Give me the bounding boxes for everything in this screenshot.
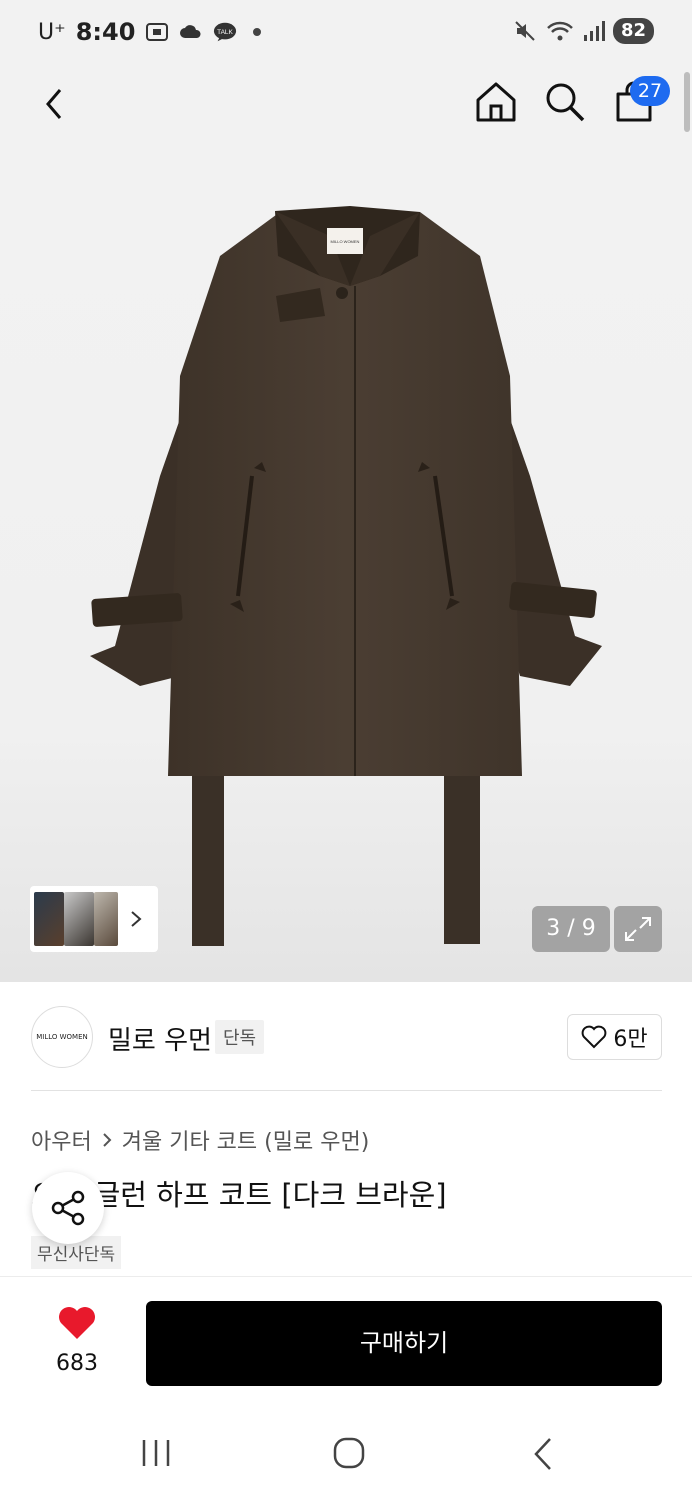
brand-like-button[interactable]: 6만 bbox=[567, 1014, 662, 1060]
screenshot-icon bbox=[146, 23, 169, 41]
purchase-bar: 683 구매하기 bbox=[0, 1276, 692, 1404]
cloud-icon bbox=[180, 25, 201, 38]
system-home-icon[interactable] bbox=[332, 1436, 366, 1470]
breadcrumb: 아우터 겨울 기타 코트 (밀로 우먼) bbox=[31, 1124, 369, 1156]
back-icon[interactable] bbox=[36, 82, 76, 126]
signal-icon bbox=[583, 21, 605, 41]
mute-icon bbox=[515, 21, 535, 41]
cart-count-badge: 27 bbox=[630, 76, 670, 106]
thumbnail-image[interactable] bbox=[64, 892, 94, 946]
chevron-right-icon bbox=[103, 1133, 112, 1147]
home-icon[interactable] bbox=[474, 80, 518, 124]
divider bbox=[31, 1090, 662, 1091]
expand-button[interactable] bbox=[614, 906, 662, 952]
brand-row: MILLO WOMEN 밀로 우먼 단독 6만 bbox=[0, 982, 692, 1092]
brand-name[interactable]: 밀로 우먼 bbox=[108, 1020, 212, 1057]
coat-label-text: MILLO WOMEN bbox=[331, 239, 360, 244]
breadcrumb-item[interactable]: 겨울 기타 코트 (밀로 우먼) bbox=[122, 1124, 370, 1156]
carrier-label: U⁺ bbox=[38, 19, 66, 45]
like-button[interactable]: 683 bbox=[40, 1305, 114, 1376]
system-nav-bar bbox=[0, 1404, 692, 1500]
heart-outline-icon bbox=[581, 1025, 607, 1049]
system-back-icon[interactable] bbox=[530, 1436, 556, 1472]
clock: 8:40 bbox=[75, 18, 136, 46]
kakaotalk-icon: TALK bbox=[214, 22, 237, 42]
recent-apps-icon[interactable] bbox=[140, 1438, 172, 1468]
heart-filled-icon bbox=[59, 1307, 95, 1339]
share-button[interactable] bbox=[32, 1172, 104, 1244]
chevron-right-icon[interactable] bbox=[128, 909, 144, 929]
thumbnail-strip[interactable] bbox=[30, 886, 158, 952]
thumbnail-image[interactable] bbox=[34, 892, 64, 946]
wifi-icon bbox=[547, 21, 573, 41]
product-coat-image: MILLO WOMEN bbox=[90, 206, 602, 946]
status-bar: U⁺ 8:40 TALK 82 bbox=[0, 0, 692, 66]
top-nav: 27 bbox=[0, 66, 692, 146]
product-image-gallery[interactable]: MILLO WOMEN 3 / 9 bbox=[0, 146, 692, 982]
thumbnail-image[interactable] bbox=[94, 892, 118, 946]
like-count: 683 bbox=[56, 1351, 98, 1376]
brand-logo[interactable]: MILLO WOMEN bbox=[31, 1006, 93, 1068]
share-icon bbox=[51, 1190, 85, 1226]
exclusive-badge: 단독 bbox=[215, 1020, 265, 1054]
battery-indicator: 82 bbox=[612, 18, 654, 44]
search-icon[interactable] bbox=[543, 80, 587, 124]
talk-label: TALK bbox=[218, 29, 234, 36]
buy-button[interactable]: 구매하기 bbox=[146, 1301, 662, 1386]
expand-icon bbox=[625, 917, 651, 941]
breadcrumb-item[interactable]: 아우터 bbox=[31, 1124, 92, 1156]
scroll-indicator bbox=[684, 72, 690, 132]
brand-like-count: 6만 bbox=[613, 1027, 648, 1052]
notification-dot-icon bbox=[253, 28, 262, 36]
image-counter: 3 / 9 bbox=[532, 906, 610, 952]
